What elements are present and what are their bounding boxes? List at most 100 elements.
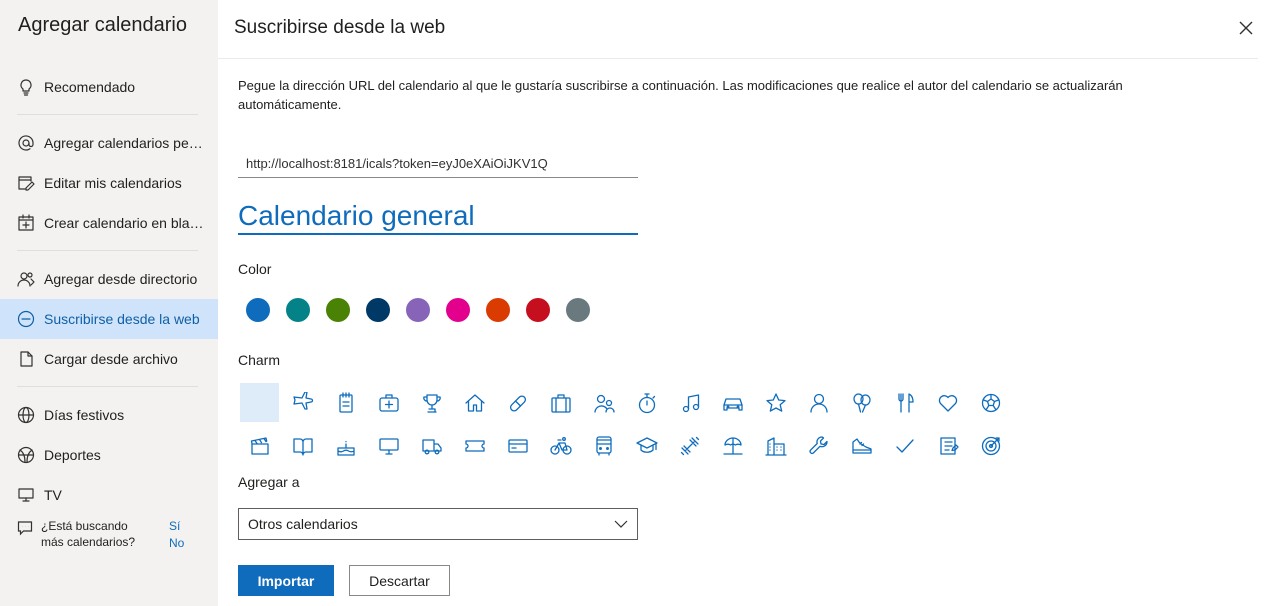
charm-option[interactable]: [885, 383, 924, 422]
lightbulb-icon: [17, 78, 35, 96]
charm-option[interactable]: [455, 383, 494, 422]
charm-option[interactable]: [584, 383, 623, 422]
close-button[interactable]: [1234, 16, 1258, 40]
color-swatch[interactable]: [446, 298, 470, 322]
charm-option[interactable]: [584, 426, 623, 465]
charm-option[interactable]: [842, 426, 881, 465]
feedback-icon: [17, 520, 35, 538]
charm-picker: [240, 383, 1014, 469]
charm-option[interactable]: [670, 383, 709, 422]
charm-option[interactable]: [799, 426, 838, 465]
person-icon: [809, 393, 828, 413]
globe-icon: [17, 406, 35, 424]
charm-option[interactable]: [326, 426, 365, 465]
charm-option[interactable]: [283, 426, 322, 465]
charm-option[interactable]: [541, 426, 580, 465]
charm-option[interactable]: [971, 383, 1010, 422]
sidebar-item-recommended[interactable]: Recomendado: [0, 67, 218, 107]
color-swatch[interactable]: [366, 298, 390, 322]
charm-label: Charm: [238, 352, 281, 368]
charm-option[interactable]: [412, 383, 451, 422]
building-icon: [764, 436, 787, 456]
charm-option[interactable]: [369, 383, 408, 422]
sidebar-item-holidays[interactable]: Días festivos: [0, 395, 218, 435]
import-button[interactable]: Importar: [238, 565, 334, 596]
notepad-icon: [338, 391, 353, 413]
color-label: Color: [238, 261, 272, 277]
sidebar-item-directory[interactable]: Agregar desde directorio: [0, 259, 218, 299]
add-to-selected-value: Otros calendarios: [248, 516, 358, 532]
description-text: Pegue la dirección URL del calendario al…: [238, 78, 1123, 112]
charm-option[interactable]: [498, 426, 537, 465]
sidebar-item-label: Crear calendario en blan…: [44, 215, 204, 231]
sidebar-item-label: Suscribirse desde la web: [44, 311, 200, 327]
color-swatch[interactable]: [326, 298, 350, 322]
color-swatch[interactable]: [406, 298, 430, 322]
charm-option[interactable]: [498, 383, 537, 422]
sidebar-divider: [17, 386, 198, 387]
calendar-url-input[interactable]: [238, 150, 638, 178]
star-icon: [765, 392, 786, 412]
feedback-no-link[interactable]: No: [169, 535, 184, 552]
target-icon: [981, 436, 1000, 455]
charm-none-selected[interactable]: [240, 383, 279, 422]
color-swatch[interactable]: [566, 298, 590, 322]
trophy-icon: [422, 393, 441, 413]
charm-option[interactable]: [756, 383, 795, 422]
dumbbell-icon: [680, 436, 699, 455]
charm-option[interactable]: [799, 383, 838, 422]
charm-option[interactable]: [971, 426, 1010, 465]
sidebar-item-add-personal[interactable]: Agregar calendarios per…: [0, 123, 218, 163]
discard-button[interactable]: Descartar: [349, 565, 450, 596]
charm-option[interactable]: [369, 426, 408, 465]
charm-option[interactable]: [240, 426, 279, 465]
charm-option[interactable]: [412, 426, 451, 465]
sidebar-item-edit-calendars[interactable]: Editar mis calendarios: [0, 163, 218, 203]
sidebar-item-label: Cargar desde archivo: [44, 351, 178, 367]
add-to-dropdown[interactable]: Otros calendarios: [238, 508, 638, 540]
charm-option[interactable]: [455, 426, 494, 465]
color-swatch[interactable]: [246, 298, 270, 322]
calendar-name-input[interactable]: [238, 198, 638, 235]
charm-option[interactable]: [326, 383, 365, 422]
charm-option[interactable]: [928, 383, 967, 422]
charm-option[interactable]: [756, 426, 795, 465]
at-icon: [17, 134, 35, 152]
bicycle-icon: [549, 436, 572, 455]
music-note-icon: [682, 393, 699, 412]
desktop-icon: [378, 437, 399, 455]
color-swatch[interactable]: [486, 298, 510, 322]
sidebar-item-tv[interactable]: TV: [0, 475, 218, 515]
sidebar-item-label: Días festivos: [44, 407, 125, 423]
charm-option[interactable]: [627, 383, 666, 422]
charm-option[interactable]: [283, 383, 322, 422]
credit-card-icon: [507, 438, 528, 453]
sidebar-item-sports[interactable]: Deportes: [0, 435, 218, 475]
charm-option[interactable]: [541, 383, 580, 422]
sidebar-item-label: Agregar calendarios per…: [44, 135, 204, 151]
sidebar-item-subscribe-web[interactable]: Suscribirse desde la web: [0, 299, 218, 339]
charm-option[interactable]: [842, 383, 881, 422]
color-swatch[interactable]: [286, 298, 310, 322]
charm-option[interactable]: [670, 426, 709, 465]
graduation-cap-icon: [635, 436, 658, 453]
charm-option[interactable]: [713, 383, 752, 422]
medical-kit-icon: [378, 393, 399, 412]
chevron-down-icon: [613, 516, 629, 532]
charm-option[interactable]: [627, 426, 666, 465]
charm-option[interactable]: [928, 426, 967, 465]
edit-calendar-icon: [17, 174, 35, 192]
sidebar-item-label: Agregar desde directorio: [44, 271, 198, 287]
charm-option[interactable]: [713, 426, 752, 465]
color-swatch[interactable]: [526, 298, 550, 322]
sneaker-icon: [851, 437, 872, 454]
sidebar-item-upload-file[interactable]: Cargar desde archivo: [0, 339, 218, 379]
charm-option[interactable]: [885, 426, 924, 465]
document-icon: [17, 350, 35, 368]
people-icon: [17, 270, 35, 288]
feedback-yes-link[interactable]: Sí: [169, 518, 184, 535]
add-calendar-icon: [17, 214, 35, 232]
sidebar-item-label: Editar mis calendarios: [44, 175, 182, 191]
page-title: Suscribirse desde la web: [234, 17, 446, 38]
sidebar-item-create-blank[interactable]: Crear calendario en blan…: [0, 203, 218, 243]
